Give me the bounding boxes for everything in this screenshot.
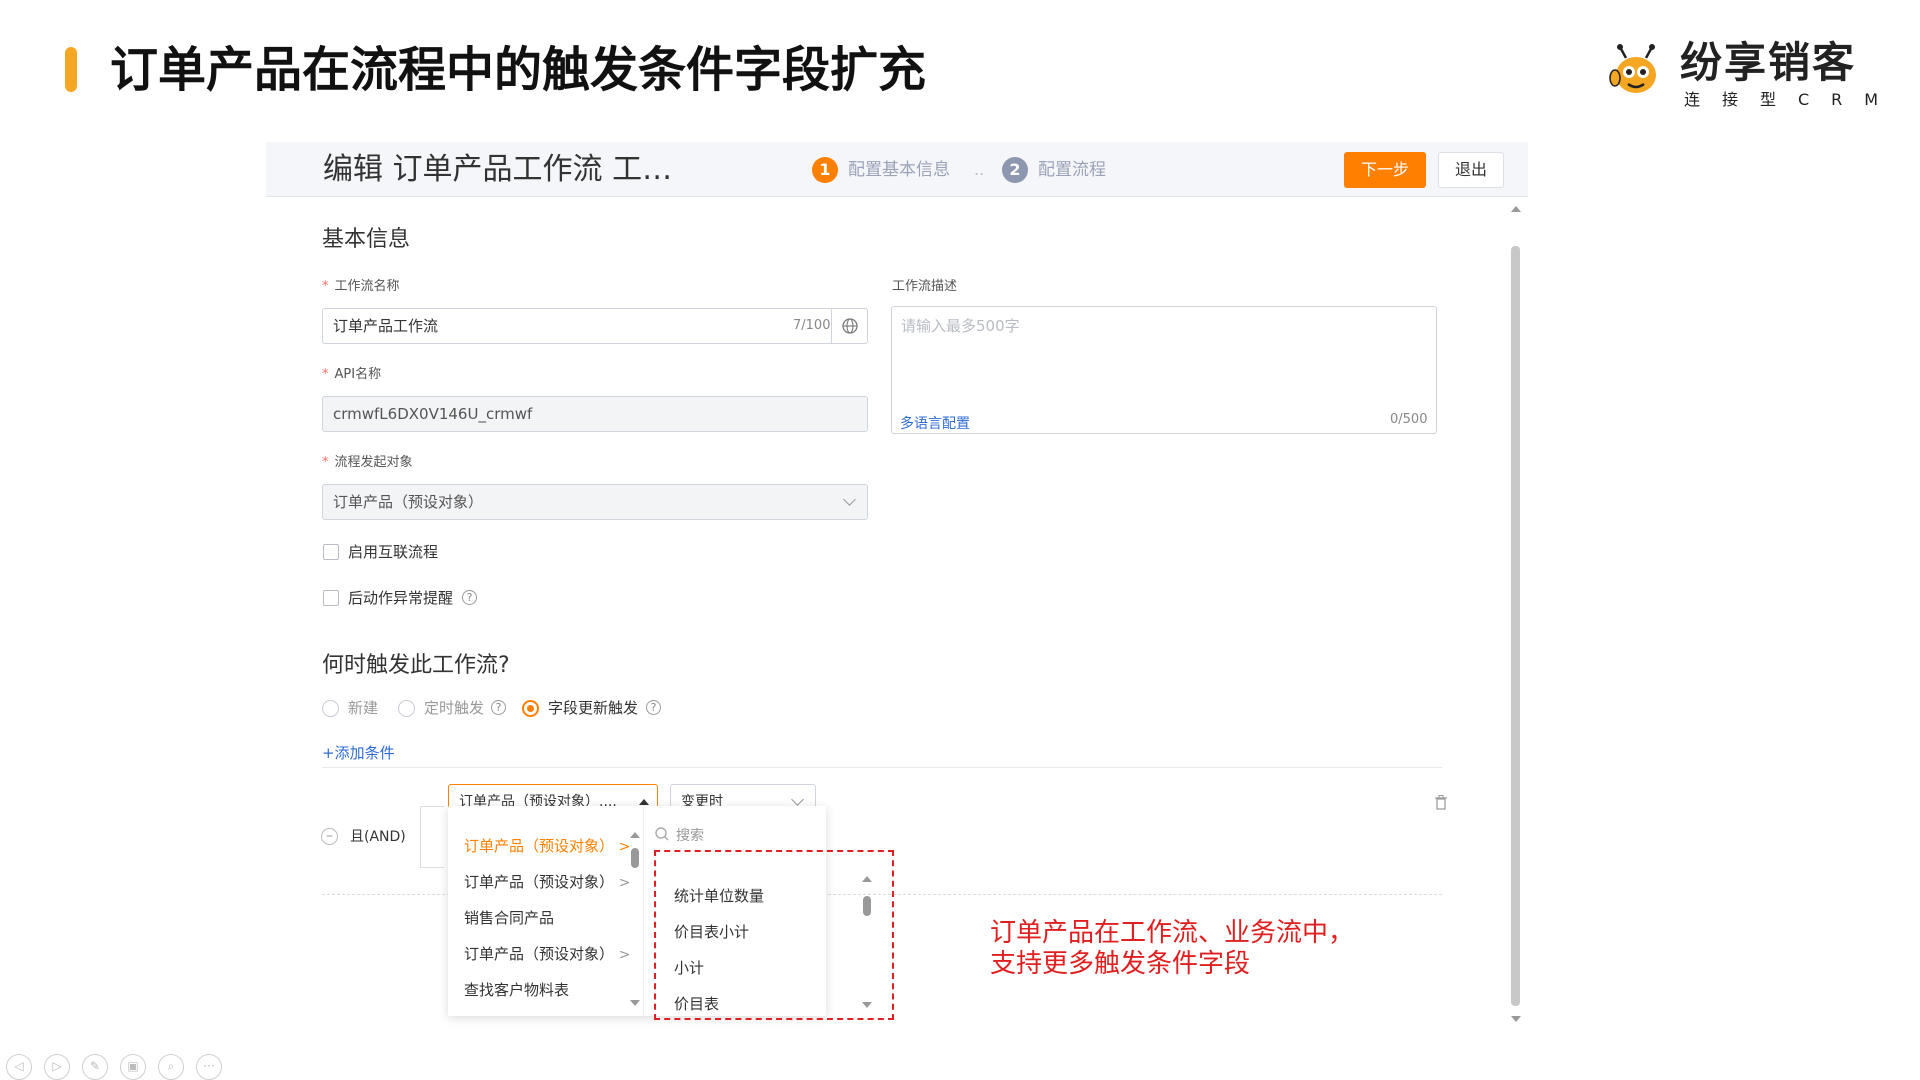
api-name-label-text: API名称 — [334, 367, 382, 382]
annotation-line-1: 订单产品在工作流、业务流中， — [990, 918, 1355, 948]
step-1-label[interactable]: 配置基本信息 — [848, 157, 950, 183]
chevron-down-icon — [791, 793, 804, 806]
scroll-down-icon[interactable] — [1511, 1016, 1521, 1022]
step-1-number: 1 — [812, 157, 838, 183]
annotation-line-2: 支持更多触发条件字段 — [990, 949, 1251, 979]
multilang-config-link[interactable]: 多语言配置 — [900, 413, 970, 433]
slide-title: 订单产品在流程中的触发条件字段扩充 — [110, 42, 927, 98]
scroll-down-icon[interactable] — [630, 1000, 640, 1006]
brand-subtitle: 连接型CRM — [1684, 90, 1901, 109]
dropdown-item-customer-material[interactable]: 查找客户物料表 — [464, 980, 569, 1000]
dropdown-item-order-product-2[interactable]: 订单产品（预设对象） > — [464, 872, 631, 893]
field-item-pricebook[interactable]: 价目表 — [674, 994, 719, 1014]
field-item-unit-quantity[interactable]: 统计单位数量 — [674, 886, 764, 906]
api-name-input: crmwfL6DX0V146U_crmwf — [322, 396, 868, 432]
enable-interconnect-checkbox[interactable] — [323, 544, 339, 560]
brand-logo: 纷享销客 连接型CRM — [1608, 38, 1878, 109]
dropdown-item-label: 订单产品（预设对象） — [464, 945, 615, 963]
enable-interconnect-label: 启用互联流程 — [348, 543, 439, 561]
scroll-up-icon[interactable] — [1511, 206, 1521, 212]
next-step-button[interactable]: 下一步 — [1344, 152, 1426, 188]
radio-create[interactable] — [322, 700, 339, 717]
workflow-name-value: 订单产品工作流 — [333, 317, 439, 335]
api-name-label: * API名称 — [322, 366, 381, 384]
field-list-scrollbar[interactable] — [863, 896, 871, 916]
help-icon[interactable]: ? — [462, 590, 477, 605]
logic-bracket — [420, 806, 444, 868]
trigger-object-value: 订单产品（预设对象） — [333, 493, 484, 511]
description-counter: 0/500 — [1390, 412, 1428, 427]
radio-field-update[interactable] — [522, 700, 539, 717]
action-alert-checkbox[interactable] — [323, 590, 339, 606]
editor-header: 编辑 订单产品工作流 工… 1 配置基本信息 .. 2 配置流程 下一步 退出 — [266, 142, 1528, 197]
chevron-down-icon — [843, 493, 856, 506]
panel-divider — [643, 806, 644, 1016]
basic-info-heading: 基本信息 — [322, 227, 411, 252]
scroll-up-icon[interactable] — [630, 832, 640, 838]
workflow-name-label-text: 工作流名称 — [334, 279, 400, 294]
step-2-number: 2 — [1002, 157, 1028, 183]
trigger-object-label: * 流程发起对象 — [322, 454, 413, 472]
object-dropdown-panel: 订单产品（预设对象） > 订单产品（预设对象） > 销售合同产品 订单产品（预设… — [448, 806, 894, 1020]
bee-mascot-icon — [1609, 44, 1656, 93]
next-slide-icon[interactable]: ▷ — [44, 1054, 70, 1080]
field-search-input[interactable]: 搜索 — [676, 825, 704, 845]
description-label: 工作流描述 — [892, 279, 958, 294]
help-icon[interactable]: ? — [491, 700, 506, 715]
remove-group-icon[interactable]: – — [321, 828, 338, 845]
scroll-up-icon[interactable] — [862, 876, 872, 882]
chevron-right-icon: > — [618, 839, 631, 855]
step-separator: .. — [974, 160, 985, 179]
trigger-object-select: 订单产品（预设对象） — [322, 484, 868, 520]
radio-create-label: 新建 — [348, 699, 379, 717]
workflow-editor-window: 编辑 订单产品工作流 工… 1 配置基本信息 .. 2 配置流程 下一步 退出 … — [266, 142, 1528, 1052]
trigger-heading: 何时触发此工作流? — [322, 653, 510, 678]
required-mark: * — [322, 367, 329, 382]
search-icon — [655, 827, 669, 841]
logic-and-label: 且(AND) — [350, 829, 406, 845]
editor-title: 编辑 订单产品工作流 工… — [323, 152, 673, 187]
slides-grid-icon[interactable]: ▣ — [120, 1054, 146, 1080]
description-placeholder: 请输入最多500字 — [901, 317, 1020, 335]
workflow-name-counter: 7/100 — [793, 318, 831, 333]
radio-scheduled[interactable] — [398, 700, 415, 717]
trigger-object-label-text: 流程发起对象 — [334, 455, 413, 470]
help-icon[interactable]: ? — [646, 700, 661, 715]
radio-scheduled-label: 定时触发 — [424, 699, 485, 717]
main-scrollbar[interactable] — [1511, 246, 1520, 1006]
exit-button[interactable]: 退出 — [1438, 152, 1504, 188]
pen-icon[interactable]: ✎ — [82, 1054, 108, 1080]
radio-field-update-label: 字段更新触发 — [548, 699, 639, 717]
field-item-subtotal[interactable]: 小计 — [674, 958, 704, 978]
globe-icon[interactable] — [831, 309, 867, 343]
required-mark: * — [322, 455, 329, 470]
zoom-icon[interactable]: ⌕ — [158, 1054, 184, 1080]
divider — [322, 767, 1442, 768]
chevron-right-icon: > — [618, 875, 631, 891]
more-icon[interactable]: ··· — [196, 1054, 222, 1080]
dropdown-item-order-product-1[interactable]: 订单产品（预设对象） > — [464, 836, 631, 857]
description-textarea[interactable]: 请输入最多500字 多语言配置 0/500 — [891, 306, 1437, 434]
workflow-name-label: * 工作流名称 — [322, 278, 400, 296]
step-2-label[interactable]: 配置流程 — [1038, 157, 1106, 183]
title-accent-bar — [65, 47, 77, 92]
dropdown-item-contract-product[interactable]: 销售合同产品 — [464, 908, 554, 928]
prev-slide-icon[interactable]: ◁ — [6, 1054, 32, 1080]
trash-icon[interactable] — [1434, 794, 1448, 810]
workflow-name-input[interactable]: 订单产品工作流 7/100 — [322, 308, 868, 344]
brand-name: 纷享销客 — [1680, 38, 1857, 87]
dropdown-item-label: 订单产品（预设对象） — [464, 873, 615, 891]
object-list-scrollbar[interactable] — [631, 848, 639, 868]
scroll-down-icon[interactable] — [862, 1002, 872, 1008]
field-item-pricebook-subtotal[interactable]: 价目表小计 — [674, 922, 749, 942]
action-alert-label: 后动作异常提醒 — [348, 589, 454, 607]
required-mark: * — [322, 279, 329, 294]
caret-up-icon — [639, 799, 649, 805]
add-condition-link[interactable]: +添加条件 — [322, 742, 395, 763]
chevron-right-icon: > — [618, 947, 631, 963]
dropdown-item-order-product-3[interactable]: 订单产品（预设对象） > — [464, 944, 631, 965]
dropdown-item-label: 订单产品（预设对象） — [464, 837, 615, 855]
annotation-note: 订单产品在工作流、业务流中， 支持更多触发条件字段 — [990, 918, 1354, 980]
